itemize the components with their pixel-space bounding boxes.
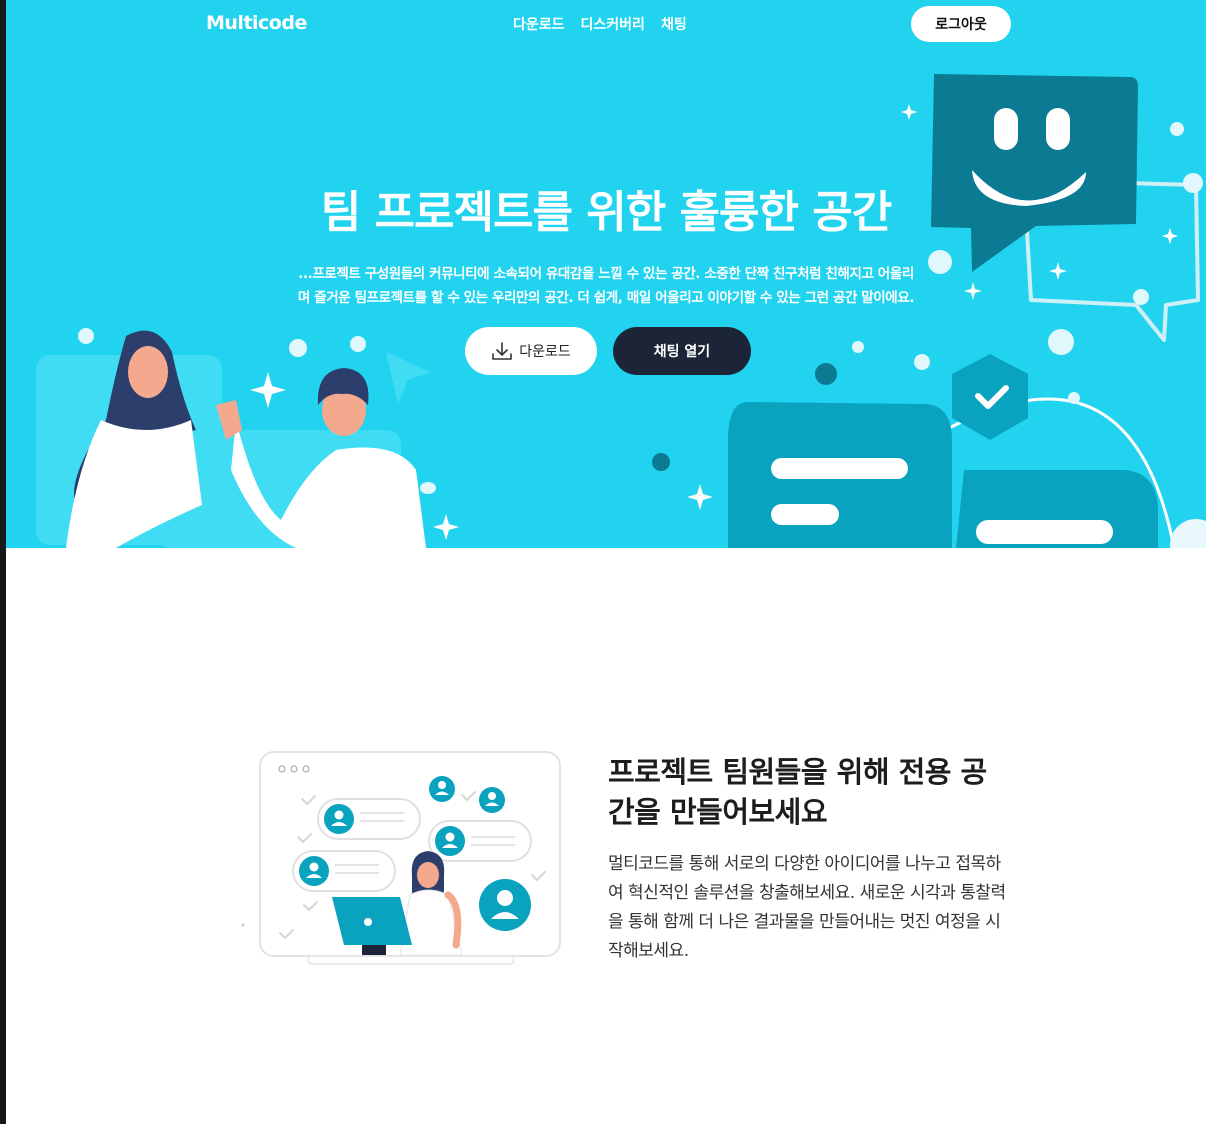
open-chat-button[interactable]: 채팅 열기 [613,327,751,375]
nav-chat[interactable]: 채팅 [661,14,687,34]
logout-button[interactable]: 로그아웃 [911,6,1011,42]
download-button-label: 다운로드 [519,344,571,360]
top-nav: 다운로드 디스커버리 채팅 [513,14,687,34]
download-icon [492,342,513,360]
hero-title: 팀 프로젝트를 위한 훌륭한 공간 [320,187,893,238]
hero-section: Multicode 다운로드 디스커버리 채팅 로그아웃 팀 프로젝트를 위한 … [6,0,1206,548]
hero-description-line: 며 즐거운 팀프로젝트를 할 수 있는 우리만의 공간. 더 쉽게, 매일 어울… [297,290,915,306]
download-button[interactable]: 다운로드 [465,327,597,375]
brand-logo[interactable]: Multicode [206,12,307,34]
feature-title: 프로젝트 팀원들을 위해 전용 공간을 만들어보세요 [608,755,987,829]
nav-download[interactable]: 다운로드 [513,14,565,34]
window-edge [0,0,6,1124]
hero-description: ...프로젝트 구성원들의 커뮤니티에 소속되어 유대감을 느낄 수 있는 공간… [246,262,966,310]
nav-discovery[interactable]: 디스커버리 [581,14,645,34]
feature-description: 멀티코드를 통해 서로의 다양한 아이디어를 나누고 접목하여 혁신적인 솔루션… [608,854,1006,961]
team-chat-illustration [241,751,561,965]
hero-description-line: ...프로젝트 구성원들의 커뮤니티에 소속되어 유대감을 느낄 수 있는 공간… [298,266,914,282]
